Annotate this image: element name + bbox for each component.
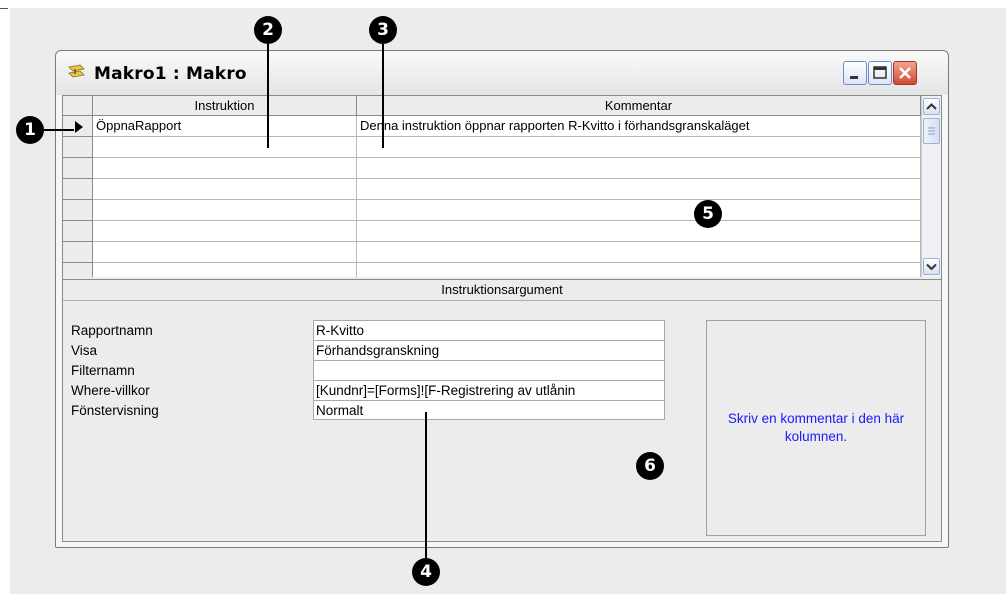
comment-cell[interactable]: Denna instruktion öppnar rapporten R-Kvi… [357, 116, 921, 137]
comment-cell[interactable] [357, 179, 921, 200]
minimize-button[interactable] [843, 61, 867, 85]
close-button[interactable] [893, 61, 917, 85]
instruction-cell[interactable] [93, 242, 357, 263]
window-title: Makro1 : Makro [94, 64, 247, 84]
comment-cell[interactable] [357, 137, 921, 158]
grid-row [63, 179, 921, 200]
comment-cell[interactable] [357, 242, 921, 263]
argument-value-report-name[interactable]: R-Kvitto [313, 320, 665, 340]
comment-cell[interactable] [357, 221, 921, 242]
maximize-button[interactable] [868, 61, 892, 85]
argument-label: Fönstervisning [71, 403, 159, 418]
grid-row [63, 263, 921, 277]
scroll-down-button[interactable] [923, 258, 940, 275]
grid-row [63, 158, 921, 179]
argument-value-window-mode[interactable]: Normalt [313, 400, 665, 420]
grip-icon [928, 127, 935, 135]
column-header-comment[interactable]: Kommentar [357, 96, 921, 116]
argument-help-text: Skriv en kommentar i den här kolumnen. [706, 320, 926, 536]
argument-label: Visa [71, 343, 98, 358]
grid-row [63, 221, 921, 242]
callout-badge: 4 [412, 558, 440, 586]
grid-row [63, 242, 921, 263]
callout-badge: 3 [369, 16, 397, 44]
vertical-scrollbar[interactable] [921, 96, 941, 277]
argument-value-view[interactable]: Förhandsgranskning [313, 340, 665, 360]
macro-window: Makro1 : Makro Instruktion Kommentar Öpp… [55, 50, 949, 548]
argument-label: Filternamn [71, 363, 135, 378]
chevron-down-icon [926, 263, 937, 271]
instruction-cell[interactable] [93, 263, 357, 277]
close-icon [899, 67, 911, 79]
instruction-cell[interactable] [93, 221, 357, 242]
callout-badge: 1 [16, 116, 44, 144]
chevron-up-icon [926, 103, 937, 110]
grid-row: ÖppnaRapport Denna instruktion öppnar ra… [63, 116, 921, 137]
column-header-instruction[interactable]: Instruktion [93, 96, 357, 116]
corner-mark [0, 8, 8, 9]
instruction-cell[interactable] [93, 158, 357, 179]
maximize-icon [873, 66, 887, 79]
comment-cell[interactable] [357, 200, 921, 221]
grid-row [63, 200, 921, 221]
argument-value-where-condition[interactable]: [Kundnr]=[Forms]![F-Registrering av utlå… [313, 380, 665, 400]
scroll-up-button[interactable] [923, 98, 940, 115]
scroll-thumb[interactable] [923, 118, 940, 144]
comment-cell[interactable] [357, 263, 921, 277]
instruction-cell[interactable] [93, 137, 357, 158]
title-bar[interactable]: Makro1 : Makro [56, 51, 948, 95]
macro-grid: Instruktion Kommentar ÖppnaRapport Denna… [63, 96, 921, 277]
macro-icon [68, 64, 85, 78]
macro-design-area: Instruktion Kommentar ÖppnaRapport Denna… [62, 95, 942, 542]
argument-label: Rapportnamn [71, 323, 153, 338]
instruction-cell[interactable] [93, 179, 357, 200]
callout-badge: 6 [636, 452, 664, 480]
arguments-header: Instruktionsargument [63, 279, 941, 301]
callout-badge: 2 [254, 16, 282, 44]
callout-badge: 5 [694, 200, 722, 228]
instruction-cell[interactable]: ÖppnaRapport [93, 116, 357, 137]
minimize-icon [850, 76, 858, 79]
instruction-cell[interactable] [93, 200, 357, 221]
comment-cell[interactable] [357, 158, 921, 179]
current-row-arrow-icon [75, 121, 83, 133]
argument-label: Where-villkor [71, 383, 150, 398]
argument-value-filter-name[interactable] [313, 360, 665, 380]
grid-row [63, 137, 921, 158]
